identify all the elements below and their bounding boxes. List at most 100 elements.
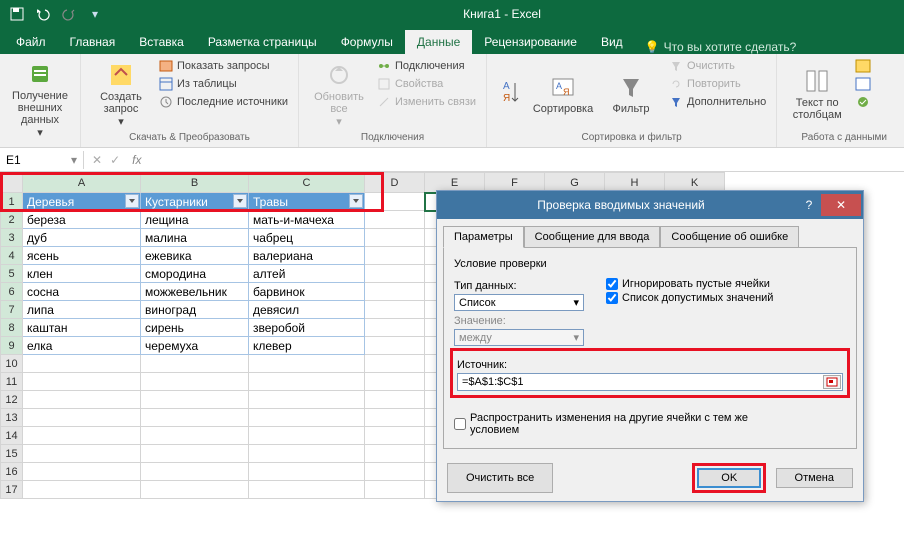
filter-button[interactable]: Фильтр (599, 58, 663, 130)
fx-icon[interactable]: fx (128, 153, 145, 167)
advanced-filter-button[interactable]: Дополнительно (667, 94, 768, 110)
col-header-B[interactable]: B (141, 173, 249, 193)
cell-A11[interactable] (23, 373, 141, 391)
cell-A6[interactable]: сосна (23, 283, 141, 301)
cell-C4[interactable]: валериана (249, 247, 365, 265)
cell-C11[interactable] (249, 373, 365, 391)
tab-input-message[interactable]: Сообщение для ввода (524, 226, 661, 248)
cell-D4[interactable] (365, 247, 425, 265)
col-header-A[interactable]: A (23, 173, 141, 193)
cell-A8[interactable]: каштан (23, 319, 141, 337)
cell-C3[interactable]: чабрец (249, 229, 365, 247)
cell-B4[interactable]: ежевика (141, 247, 249, 265)
cell-D15[interactable] (365, 445, 425, 463)
cell-D12[interactable] (365, 391, 425, 409)
row-header-11[interactable]: 11 (1, 373, 23, 391)
cell-D11[interactable] (365, 373, 425, 391)
tab-view[interactable]: Вид (589, 30, 635, 54)
cell-B3[interactable]: малина (141, 229, 249, 247)
row-header-1[interactable]: 1 (1, 193, 23, 211)
cell-C10[interactable] (249, 355, 365, 373)
row-header-3[interactable]: 3 (1, 229, 23, 247)
tab-parameters[interactable]: Параметры (443, 226, 524, 248)
ignore-blank-checkbox[interactable] (606, 278, 618, 290)
cell-A1[interactable]: Деревья (23, 193, 141, 211)
get-external-data-button[interactable]: Получение внешних данных ▾ (8, 58, 72, 141)
cell-B13[interactable] (141, 409, 249, 427)
cell-A13[interactable] (23, 409, 141, 427)
redo-icon[interactable] (58, 3, 80, 25)
cell-B1[interactable]: Кустарники (141, 193, 249, 211)
new-query-button[interactable]: Создать запрос ▾ (89, 58, 153, 130)
cell-A15[interactable] (23, 445, 141, 463)
row-header-2[interactable]: 2 (1, 211, 23, 229)
cell-D6[interactable] (365, 283, 425, 301)
cell-A17[interactable] (23, 481, 141, 499)
cell-D14[interactable] (365, 427, 425, 445)
propagate-checkbox[interactable] (454, 418, 466, 430)
row-header-15[interactable]: 15 (1, 445, 23, 463)
cell-B6[interactable]: можжевельник (141, 283, 249, 301)
tab-file[interactable]: Файл (4, 30, 58, 54)
cell-A9[interactable]: елка (23, 337, 141, 355)
row-header-16[interactable]: 16 (1, 463, 23, 481)
cell-A2[interactable]: береза (23, 211, 141, 229)
cell-C12[interactable] (249, 391, 365, 409)
cell-A14[interactable] (23, 427, 141, 445)
range-picker-icon[interactable] (823, 375, 841, 389)
cell-C9[interactable]: клевер (249, 337, 365, 355)
tab-formulas[interactable]: Формулы (329, 30, 405, 54)
cell-D16[interactable] (365, 463, 425, 481)
cell-B5[interactable]: смородина (141, 265, 249, 283)
cell-D8[interactable] (365, 319, 425, 337)
cell-B14[interactable] (141, 427, 249, 445)
cell-D13[interactable] (365, 409, 425, 427)
cell-C5[interactable]: алтей (249, 265, 365, 283)
cell-B16[interactable] (141, 463, 249, 481)
cell-A12[interactable] (23, 391, 141, 409)
ok-button[interactable]: OK (697, 468, 761, 488)
save-icon[interactable] (6, 3, 28, 25)
cell-A4[interactable]: ясень (23, 247, 141, 265)
cell-B8[interactable]: сирень (141, 319, 249, 337)
cell-C13[interactable] (249, 409, 365, 427)
row-header-10[interactable]: 10 (1, 355, 23, 373)
row-header-8[interactable]: 8 (1, 319, 23, 337)
cell-D9[interactable] (365, 337, 425, 355)
qat-dropdown-icon[interactable]: ▾ (84, 3, 106, 25)
row-header-12[interactable]: 12 (1, 391, 23, 409)
clear-all-button[interactable]: Очистить все (447, 463, 553, 493)
row-header-6[interactable]: 6 (1, 283, 23, 301)
row-header-17[interactable]: 17 (1, 481, 23, 499)
cell-A3[interactable]: дуб (23, 229, 141, 247)
remove-dup-icon[interactable] (853, 76, 903, 92)
cell-C2[interactable]: мать-и-мачеха (249, 211, 365, 229)
allow-select[interactable]: Список▾ (454, 294, 584, 311)
tab-data[interactable]: Данные (405, 30, 472, 54)
cell-B2[interactable]: лещина (141, 211, 249, 229)
show-queries-button[interactable]: Показать запросы (157, 58, 290, 74)
cell-B9[interactable]: черемуха (141, 337, 249, 355)
row-header-4[interactable]: 4 (1, 247, 23, 265)
cell-B7[interactable]: виноград (141, 301, 249, 319)
name-box[interactable]: E1▾ (0, 151, 84, 169)
cell-C8[interactable]: зверобой (249, 319, 365, 337)
sort-button[interactable]: АЯ Сортировка (531, 58, 595, 130)
cell-D2[interactable] (365, 211, 425, 229)
cell-B10[interactable] (141, 355, 249, 373)
cell-A5[interactable]: клен (23, 265, 141, 283)
cell-C1[interactable]: Травы (249, 193, 365, 211)
cell-A10[interactable] (23, 355, 141, 373)
recent-sources-button[interactable]: Последние источники (157, 94, 290, 110)
tell-me[interactable]: 💡 Что вы хотите сделать? (645, 40, 797, 54)
cell-D17[interactable] (365, 481, 425, 499)
col-header-C[interactable]: C (249, 173, 365, 193)
cell-B17[interactable] (141, 481, 249, 499)
tab-review[interactable]: Рецензирование (472, 30, 589, 54)
cell-D3[interactable] (365, 229, 425, 247)
cell-C17[interactable] (249, 481, 365, 499)
cell-C6[interactable]: барвинок (249, 283, 365, 301)
help-icon[interactable]: ? (797, 198, 821, 212)
tab-home[interactable]: Главная (58, 30, 128, 54)
cell-D1[interactable] (365, 193, 425, 211)
